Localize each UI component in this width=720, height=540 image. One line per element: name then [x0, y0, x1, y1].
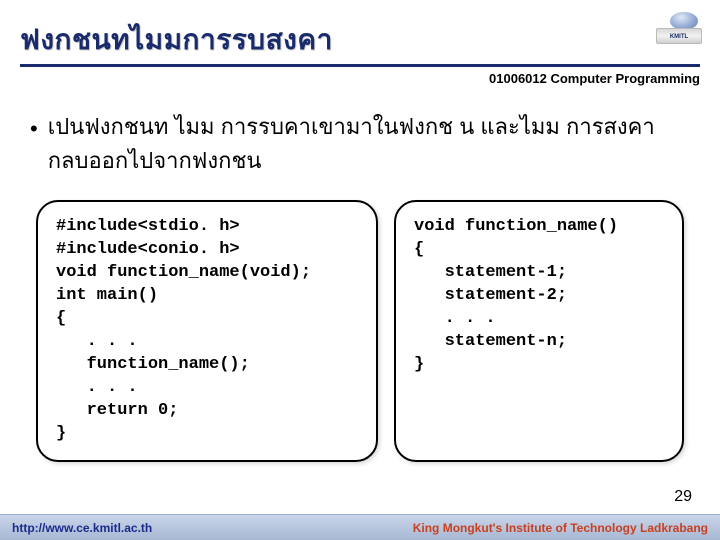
slide-header: ฟงกชนทไมมการรบสงคา KMITL 01006012 Comput…	[0, 0, 720, 110]
code-row: #include<stdio. h> #include<conio. h> vo…	[30, 200, 690, 461]
logo-plate: KMITL	[656, 28, 702, 44]
header-divider	[20, 64, 700, 67]
footer-institute: King Mongkut's Institute of Technology L…	[413, 521, 708, 535]
bullet-paragraph: • เปนฟงกชนท ไมม การรบคาเขามาในฟงกช น และ…	[30, 110, 690, 178]
bullet-mark: •	[30, 110, 38, 178]
slide-content: • เปนฟงกชนท ไมม การรบคาเขามาในฟงกช น และ…	[0, 110, 720, 462]
footer-url: http://www.ce.kmitl.ac.th	[12, 521, 152, 535]
bullet-text: เปนฟงกชนท ไมม การรบคาเขามาในฟงกช น และไม…	[48, 110, 690, 178]
slide-footer: http://www.ce.kmitl.ac.th King Mongkut's…	[0, 514, 720, 540]
code-box-right: void function_name() { statement-1; stat…	[394, 200, 684, 461]
kmitl-logo: KMITL	[656, 10, 702, 48]
slide-title: ฟงกชนทไมมการรบสงคา	[20, 18, 700, 62]
page-number: 29	[674, 488, 692, 506]
course-code-text: 01006012 Computer Programming	[489, 71, 700, 86]
code-box-left: #include<stdio. h> #include<conio. h> vo…	[36, 200, 378, 461]
course-code: 01006012 Computer Programming	[20, 71, 700, 86]
